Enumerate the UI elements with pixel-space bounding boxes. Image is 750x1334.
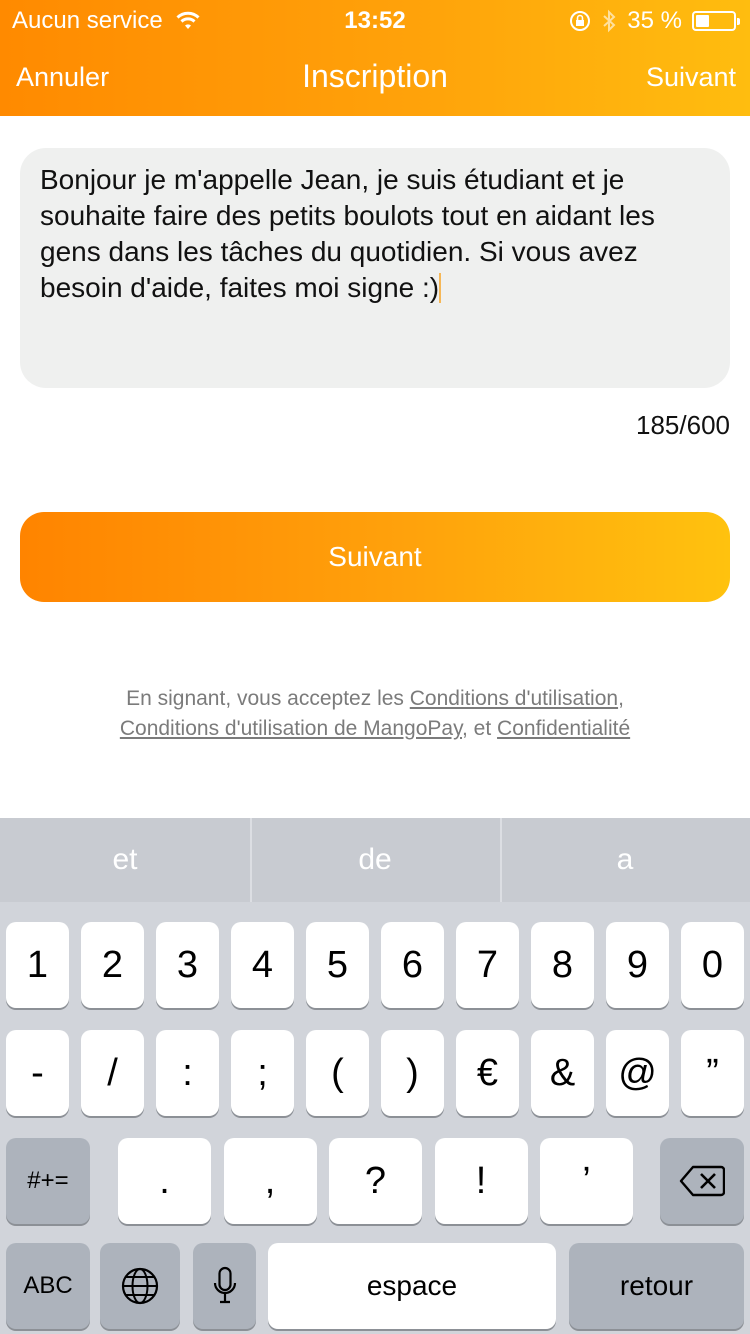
legal-notice: En signant, vous acceptez les Conditions… xyxy=(0,684,750,744)
suggestion-bar: et de a xyxy=(0,818,750,902)
keyboard-key[interactable]: @ xyxy=(606,1030,669,1116)
keyboard-key[interactable]: : xyxy=(156,1030,219,1116)
dictation-key[interactable] xyxy=(193,1243,256,1329)
keyboard-key[interactable]: 1 xyxy=(6,922,69,1008)
character-counter: 185/600 xyxy=(636,410,730,440)
keyboard-key[interactable]: 6 xyxy=(381,922,444,1008)
app-header: Aucun service 13:52 35 % Annuler Inscrip xyxy=(0,0,750,116)
text-caret xyxy=(439,273,442,303)
backspace-icon xyxy=(679,1165,725,1197)
status-bar: Aucun service 13:52 35 % xyxy=(0,0,750,40)
keyboard-key[interactable]: 5 xyxy=(306,922,369,1008)
keyboard-key[interactable]: & xyxy=(531,1030,594,1116)
legal-prefix: En signant, vous acceptez les xyxy=(126,687,410,710)
keyboard-key[interactable]: ? xyxy=(329,1138,422,1224)
space-key[interactable]: espace xyxy=(268,1243,556,1329)
battery-icon xyxy=(692,11,740,31)
globe-key[interactable] xyxy=(100,1243,180,1329)
keyboard-key[interactable]: - xyxy=(6,1030,69,1116)
page-title: Inscription xyxy=(302,58,448,94)
keyboard-key[interactable]: ! xyxy=(434,1138,528,1224)
suggestion-item[interactable]: de xyxy=(250,818,500,902)
keyboard-key[interactable]: 8 xyxy=(531,922,594,1008)
nav-next-button[interactable]: Suivant xyxy=(646,62,736,93)
keyboard-key[interactable]: 0 xyxy=(681,922,744,1008)
keyboard-key[interactable]: . xyxy=(118,1138,211,1224)
bio-text: Bonjour je m'appelle Jean, je suis étudi… xyxy=(40,164,655,303)
keyboard-key[interactable]: 7 xyxy=(456,922,519,1008)
keyboard-key[interactable]: ) xyxy=(381,1030,444,1116)
keyboard-key[interactable]: / xyxy=(81,1030,144,1116)
keyboard-key[interactable]: , xyxy=(223,1138,317,1224)
mangopay-terms-link[interactable]: Conditions d'utilisation de MangoPay xyxy=(120,717,462,740)
return-key[interactable]: retour xyxy=(569,1243,744,1329)
keyboard-key[interactable]: ( xyxy=(306,1030,369,1116)
keyboard-key[interactable]: ’ xyxy=(540,1138,633,1224)
bio-textarea[interactable]: Bonjour je m'appelle Jean, je suis étudi… xyxy=(20,148,730,388)
terms-link[interactable]: Conditions d'utilisation xyxy=(410,687,618,710)
keyboard-key[interactable]: 2 xyxy=(81,922,144,1008)
abc-key[interactable]: ABC xyxy=(6,1243,90,1329)
keyboard-key[interactable]: € xyxy=(456,1030,519,1116)
battery-percent: 35 % xyxy=(627,7,682,34)
symbols-key[interactable]: #+= xyxy=(6,1138,90,1224)
suggestion-item[interactable]: a xyxy=(500,818,750,902)
keyboard-key[interactable]: 4 xyxy=(231,922,294,1008)
globe-icon xyxy=(121,1267,159,1305)
keyboard: et de a 1234567890 - /:;() € & @” #+= .,?!’ … xyxy=(0,818,750,1334)
keyboard-key[interactable]: ” xyxy=(681,1030,744,1116)
legal-separator-2: , et xyxy=(462,717,498,740)
bluetooth-icon xyxy=(603,9,616,33)
microphone-icon xyxy=(213,1266,236,1304)
legal-separator-1: , xyxy=(618,687,624,710)
rotation-lock-icon xyxy=(570,11,591,31)
backspace-key[interactable] xyxy=(660,1138,744,1224)
keyboard-key[interactable]: ; xyxy=(231,1030,294,1116)
next-button[interactable]: Suivant xyxy=(20,512,730,602)
keyboard-key[interactable]: 9 xyxy=(606,922,669,1008)
suggestion-item[interactable]: et xyxy=(0,818,250,902)
privacy-link[interactable]: Confidentialité xyxy=(497,717,630,740)
keyboard-key[interactable]: 3 xyxy=(156,922,219,1008)
battery-fill xyxy=(696,15,709,27)
status-right: 35 % xyxy=(569,7,740,35)
